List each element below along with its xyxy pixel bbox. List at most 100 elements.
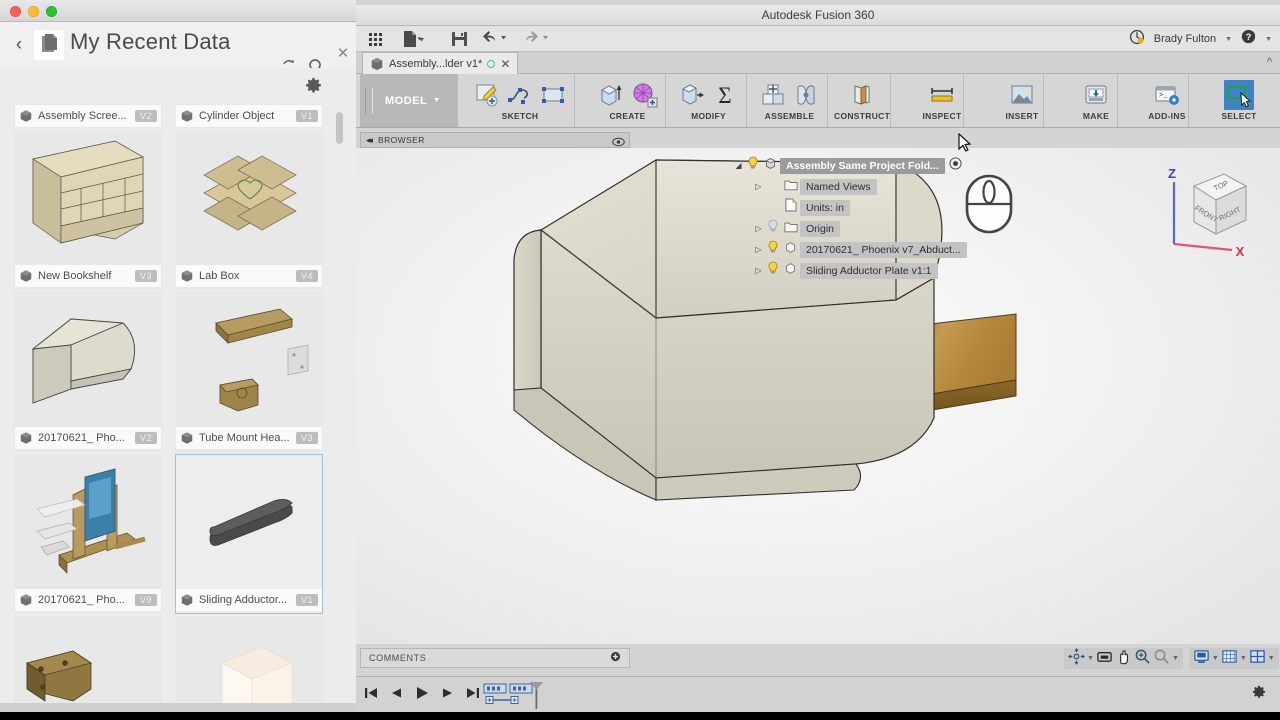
light-bulb-icon[interactable]	[765, 240, 781, 259]
display-settings-icon[interactable]	[1193, 648, 1210, 670]
chevron-right-icon[interactable]: ▷	[752, 266, 765, 275]
scripts-addins-icon[interactable]: >_	[1152, 80, 1182, 110]
ribbon-group-label[interactable]: ADD-INS	[1148, 110, 1186, 122]
gear-icon[interactable]	[1252, 685, 1266, 704]
user-name[interactable]: Brady Fulton	[1154, 33, 1216, 45]
chevron-down-icon[interactable]: ▼	[433, 97, 440, 104]
offset-plane-icon[interactable]	[847, 80, 877, 110]
chevron-down-icon[interactable]: ▼	[1087, 655, 1094, 662]
ribbon-group-label[interactable]: MODIFY	[691, 110, 726, 122]
new-component-icon[interactable]	[758, 80, 788, 110]
job-status-icon[interactable]	[1129, 29, 1145, 50]
data-panel-card[interactable]: 20170621_ Pho... V2	[14, 292, 162, 452]
browser-tree-item[interactable]: ▷ 20170621_ Phoenix v7_Abduct...	[732, 239, 1002, 260]
form-icon[interactable]	[629, 80, 659, 110]
chevron-up-icon[interactable]: ^	[1267, 56, 1272, 68]
play-icon[interactable]	[414, 685, 430, 706]
comments-panel-header[interactable]: COMMENTS	[360, 648, 630, 668]
undo-icon[interactable]	[482, 29, 510, 49]
window-minimize-button[interactable]	[28, 6, 39, 17]
light-bulb-icon[interactable]	[745, 156, 761, 175]
ribbon-group-label[interactable]: SKETCH	[502, 110, 539, 122]
data-panel-card[interactable]	[14, 616, 162, 712]
document-tab[interactable]: Assembly...lder v1* ✕	[362, 52, 519, 74]
browser-tree-item[interactable]: ◢ Assembly Same Project Fold...	[732, 155, 1002, 176]
ribbon-group-label[interactable]: INSPECT	[923, 110, 962, 122]
chevron-down-icon[interactable]: ▼	[1225, 36, 1232, 43]
data-panel-card[interactable]: Sliding Adductor... V1	[175, 454, 323, 614]
browser-tree-item[interactable]: Units: in	[732, 197, 1002, 218]
timeline-feature-node[interactable]	[509, 683, 533, 694]
skip-to-end-icon[interactable]	[466, 686, 480, 705]
browser-tree-item[interactable]: ▷ Sliding Adductor Plate v1:1	[732, 260, 1002, 281]
data-panel-card[interactable]: Assembly Scree... V2	[14, 104, 162, 128]
ribbon-group-label[interactable]: CONSTRUCT	[834, 110, 890, 122]
insert-image-icon[interactable]	[1007, 80, 1037, 110]
browser-tree[interactable]: ◢ Assembly Same Project Fold... ▷ Named Vie…	[732, 155, 1002, 281]
data-panel-card[interactable]: Cylinder Object V1	[175, 104, 323, 128]
workspace-selector[interactable]: MODEL ▼	[360, 74, 458, 127]
browser-tree-item[interactable]: ▷ Named Views	[732, 176, 1002, 197]
add-comment-icon[interactable]	[610, 649, 621, 667]
close-icon[interactable]: ✕	[336, 46, 350, 61]
chevron-down-icon[interactable]: ▼	[1265, 36, 1272, 43]
chevron-left-icon[interactable]: ‹	[8, 32, 30, 58]
chevron-down-icon[interactable]: ◢	[732, 161, 745, 170]
light-bulb-icon[interactable]	[765, 261, 781, 280]
ribbon-group-label[interactable]: CREATE	[609, 110, 645, 122]
chevron-right-icon[interactable]: ▷	[752, 182, 765, 191]
chevron-down-icon[interactable]: ▼	[1172, 655, 1179, 662]
redo-icon[interactable]	[524, 29, 552, 49]
light-bulb-icon[interactable]	[765, 219, 781, 238]
chevron-down-icon[interactable]: ▼	[1268, 655, 1275, 662]
ribbon-group-label[interactable]: SELECT	[1221, 110, 1256, 122]
create-sketch-icon[interactable]	[472, 80, 502, 110]
window-zoom-button[interactable]	[46, 6, 57, 17]
chevron-down-icon[interactable]: ▼	[1212, 655, 1219, 662]
help-icon[interactable]: ?	[1241, 29, 1256, 49]
data-panel-grid[interactable]: Assembly Scree... V2 Cylinder Object V1 New…	[0, 104, 348, 712]
step-forward-icon[interactable]	[441, 686, 455, 705]
rectangle-icon[interactable]	[538, 80, 568, 110]
chevron-down-icon[interactable]: ▼	[1240, 655, 1247, 662]
save-icon[interactable]	[450, 29, 470, 49]
data-panel-card[interactable]: Tube Mount Hea... V3	[175, 292, 323, 452]
data-panel-scrollbar[interactable]	[336, 112, 343, 144]
browser-tree-item[interactable]: ▷ Origin	[732, 218, 1002, 239]
press-pull-icon[interactable]	[677, 80, 707, 110]
select-window-icon[interactable]	[1224, 80, 1254, 110]
timeline-feature-node[interactable]	[483, 683, 507, 694]
ribbon-group-label[interactable]: MAKE	[1083, 110, 1109, 122]
measure-icon[interactable]	[927, 80, 957, 110]
timeline-joint-link[interactable]	[485, 696, 519, 704]
browser-panel-header[interactable]: ◂◂ BROWSER	[360, 132, 630, 148]
eye-icon[interactable]	[612, 135, 625, 153]
extrude-icon[interactable]	[596, 80, 626, 110]
joint-icon[interactable]	[791, 80, 821, 110]
data-panel-card[interactable]	[175, 616, 323, 712]
viewports-icon[interactable]	[1249, 648, 1266, 670]
grid-snaps-icon[interactable]	[1221, 648, 1238, 670]
chevron-right-icon[interactable]: ▷	[752, 245, 765, 254]
data-panel-card[interactable]: New Bookshelf V3	[14, 130, 162, 290]
ribbon-group-label[interactable]: INSERT	[1006, 110, 1039, 122]
collapse-left-icon[interactable]: ◂◂	[366, 135, 373, 146]
radio-icon[interactable]	[949, 156, 962, 175]
data-panel-card[interactable]: 20170621_ Pho... V9	[14, 454, 162, 614]
zoom-icon[interactable]	[1134, 648, 1151, 670]
skip-to-start-icon[interactable]	[364, 686, 378, 705]
view-cube-faces[interactable]: TOP FRONT RIGHT	[1192, 173, 1248, 235]
pan-icon[interactable]	[1115, 648, 1132, 670]
3d-print-icon[interactable]	[1081, 80, 1111, 110]
data-panel-card[interactable]: Lab Box V4	[175, 130, 323, 290]
view-cube[interactable]: Z X TOP FRONT RIGHT	[1160, 158, 1252, 263]
close-icon[interactable]: ✕	[500, 57, 510, 71]
gear-icon[interactable]	[305, 77, 322, 99]
sigma-icon[interactable]: Σ	[710, 80, 740, 110]
ribbon-group-label[interactable]: ASSEMBLE	[765, 110, 815, 122]
zoom-window-icon[interactable]	[1153, 648, 1170, 670]
orbit-icon[interactable]	[1068, 647, 1085, 670]
app-grid-icon[interactable]	[366, 29, 388, 49]
spline-icon[interactable]	[505, 80, 535, 110]
new-document-icon[interactable]	[400, 29, 428, 49]
